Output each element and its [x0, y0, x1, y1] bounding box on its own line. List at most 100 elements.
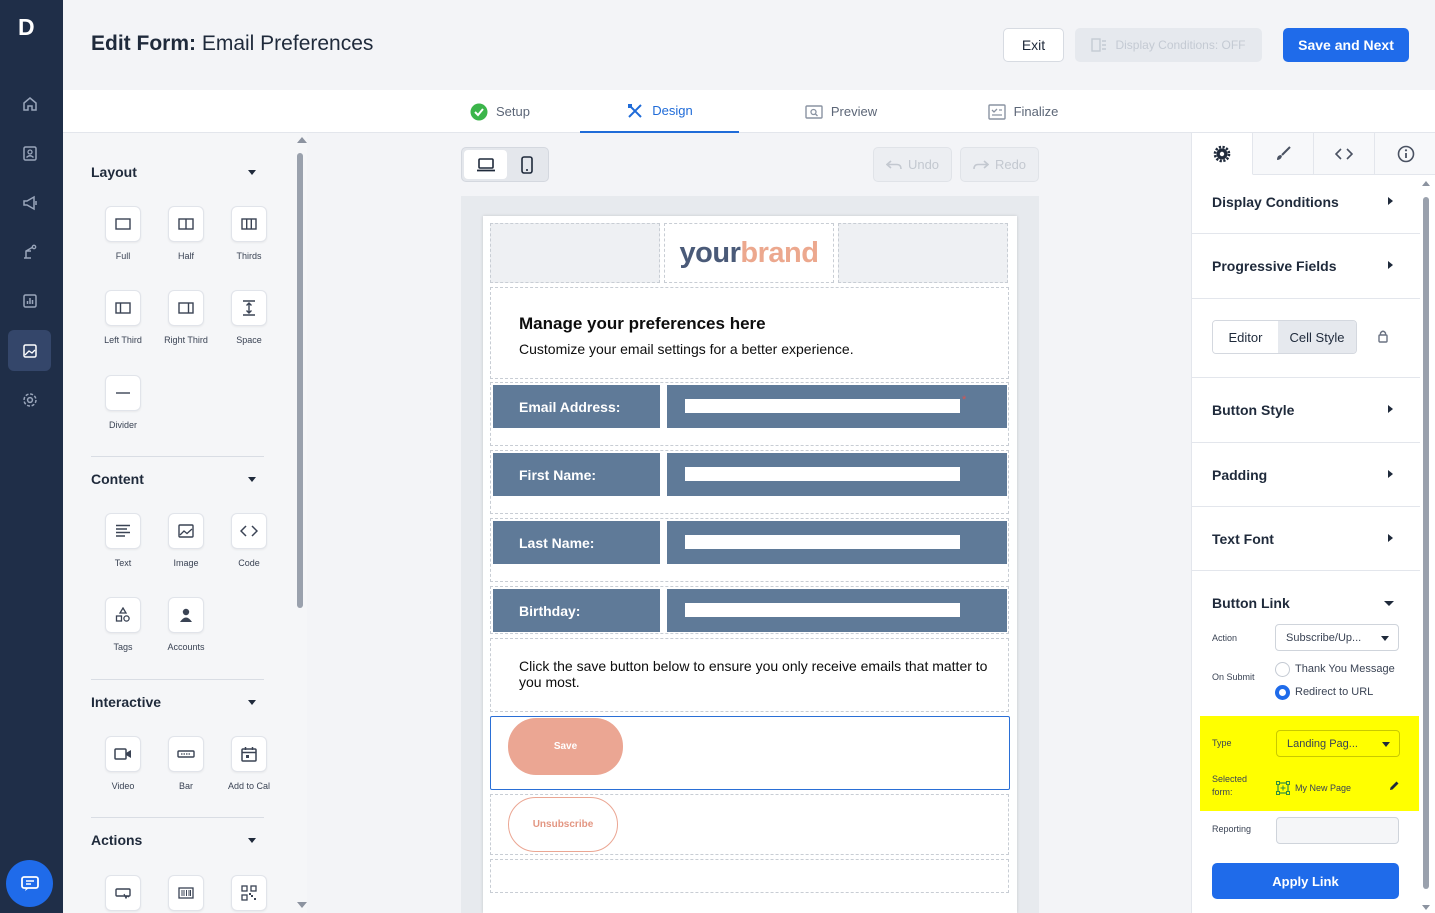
header-cell-right[interactable]: [838, 223, 1008, 283]
thirds-icon: [241, 218, 257, 230]
form-unsubscribe-button[interactable]: Unsubscribe: [508, 797, 618, 852]
nav-home-icon[interactable]: [14, 88, 46, 120]
first-name-input[interactable]: [685, 467, 960, 481]
page-title: Edit Form: Email Preferences: [91, 32, 374, 55]
undo-button[interactable]: Undo: [873, 147, 952, 182]
redirect-url-radio[interactable]: [1275, 685, 1290, 700]
section-button-link[interactable]: Button Link: [1212, 595, 1290, 611]
save-and-next-button[interactable]: Save and Next: [1283, 28, 1409, 62]
divider: [1192, 298, 1420, 299]
tab-preview[interactable]: Preview: [761, 90, 921, 133]
editor-cellstyle-toggle: Editor Cell Style: [1212, 320, 1357, 354]
image-icon: [178, 524, 194, 538]
redirect-url-option-label: Redirect to URL: [1295, 686, 1374, 698]
last-name-input[interactable]: [685, 535, 960, 549]
email-input[interactable]: [685, 399, 960, 413]
collapse-arrow-icon[interactable]: [1384, 601, 1394, 606]
expand-arrow-icon[interactable]: [1388, 405, 1393, 413]
block-thirds[interactable]: Thirds: [209, 206, 289, 261]
brand-logo: yourbrand: [679, 236, 819, 269]
section-padding[interactable]: Padding: [1212, 467, 1267, 483]
type-select[interactable]: Landing Pag...: [1276, 730, 1400, 757]
save-button-block-selected[interactable]: Save: [490, 716, 1010, 790]
tab-settings[interactable]: [1192, 133, 1253, 175]
app-logo[interactable]: D: [18, 14, 42, 40]
tab-design[interactable]: Design: [580, 90, 739, 133]
actions-collapse-icon[interactable]: [248, 838, 256, 843]
tab-info[interactable]: [1375, 133, 1435, 175]
nav-content-icon[interactable]: [8, 330, 51, 371]
desktop-view-button[interactable]: [464, 150, 507, 179]
blocks-panel-scrollbar[interactable]: [293, 133, 307, 913]
divider: [1192, 233, 1420, 234]
exit-button[interactable]: Exit: [1003, 28, 1064, 62]
section-display-conditions[interactable]: Display Conditions: [1212, 194, 1339, 210]
edit-pencil-icon[interactable]: [1388, 780, 1400, 792]
tab-code[interactable]: [1314, 133, 1375, 175]
section-text-font[interactable]: Text Font: [1212, 531, 1274, 547]
block-code[interactable]: Code: [209, 513, 289, 568]
required-marker: *: [962, 394, 967, 406]
full-icon: [115, 218, 131, 230]
expand-arrow-icon[interactable]: [1388, 197, 1393, 205]
calendar-icon: [241, 747, 257, 762]
undo-icon: [885, 159, 902, 169]
lock-icon[interactable]: [1377, 329, 1389, 343]
section-divider: [91, 817, 264, 818]
tab-finalize[interactable]: Finalize: [943, 90, 1103, 133]
unsubscribe-block[interactable]: Unsubscribe: [490, 794, 1009, 855]
scroll-down-icon[interactable]: [297, 902, 307, 908]
selected-form-value: My New Page: [1295, 783, 1352, 793]
layout-collapse-icon[interactable]: [248, 170, 256, 175]
action-select[interactable]: Subscribe/Up...: [1275, 624, 1399, 651]
content-collapse-icon[interactable]: [248, 477, 256, 482]
nav-campaigns-icon[interactable]: [14, 187, 46, 219]
nav-contacts-icon[interactable]: [14, 137, 46, 169]
expand-arrow-icon[interactable]: [1388, 534, 1393, 542]
first-name-field-cell: [667, 453, 1007, 496]
scroll-down-icon[interactable]: [1422, 905, 1430, 910]
section-button-style[interactable]: Button Style: [1212, 402, 1294, 418]
empty-row[interactable]: [490, 859, 1009, 893]
nav-automation-icon[interactable]: [14, 236, 46, 268]
interactive-collapse-icon[interactable]: [248, 700, 256, 705]
block-space[interactable]: Space: [209, 290, 289, 345]
header-cell-left[interactable]: [490, 223, 660, 283]
block-add-to-cal[interactable]: Add to Cal: [209, 736, 289, 791]
expand-arrow-icon[interactable]: [1388, 261, 1393, 269]
nav-settings-icon[interactable]: [14, 384, 46, 416]
chat-button[interactable]: [6, 860, 53, 907]
birthday-input[interactable]: [685, 603, 960, 617]
layout-section-title[interactable]: Layout: [91, 164, 137, 180]
thank-you-option-label: Thank You Message: [1295, 663, 1395, 675]
device-toggle: [461, 147, 549, 182]
cell-style-toggle[interactable]: Cell Style: [1278, 321, 1356, 353]
scroll-up-icon[interactable]: [297, 137, 307, 143]
logo-cell[interactable]: yourbrand: [664, 223, 834, 283]
reporting-input[interactable]: [1276, 817, 1399, 844]
content-section-title[interactable]: Content: [91, 471, 144, 487]
last-name-label: Last Name:: [493, 521, 660, 564]
tab-setup[interactable]: Setup: [420, 90, 580, 133]
scroll-up-icon[interactable]: [1422, 181, 1430, 186]
properties-scrollbar-thumb[interactable]: [1423, 197, 1429, 889]
thank-you-radio[interactable]: [1275, 662, 1290, 677]
nav-reports-icon[interactable]: [14, 285, 46, 317]
display-conditions-button[interactable]: Display Conditions: OFF: [1075, 28, 1262, 62]
redo-button[interactable]: Redo: [960, 147, 1039, 182]
form-save-button[interactable]: Save: [508, 718, 623, 775]
apply-link-button[interactable]: Apply Link: [1212, 863, 1399, 899]
block-action-qr[interactable]: [209, 875, 289, 911]
editor-toggle[interactable]: Editor: [1213, 321, 1278, 353]
mobile-view-button[interactable]: [508, 150, 546, 179]
tab-style[interactable]: [1253, 133, 1314, 175]
scrollbar-thumb[interactable]: [297, 153, 303, 608]
block-accounts[interactable]: Accounts: [146, 597, 226, 652]
interactive-section-title[interactable]: Interactive: [91, 694, 161, 710]
intro-text-block[interactable]: Manage your preferences here Customize y…: [490, 287, 1009, 379]
note-text-block[interactable]: Click the save button below to ensure yo…: [490, 638, 1009, 712]
expand-arrow-icon[interactable]: [1388, 470, 1393, 478]
section-progressive-fields[interactable]: Progressive Fields: [1212, 258, 1337, 274]
actions-section-title[interactable]: Actions: [91, 832, 142, 848]
block-divider[interactable]: Divider: [83, 375, 163, 430]
